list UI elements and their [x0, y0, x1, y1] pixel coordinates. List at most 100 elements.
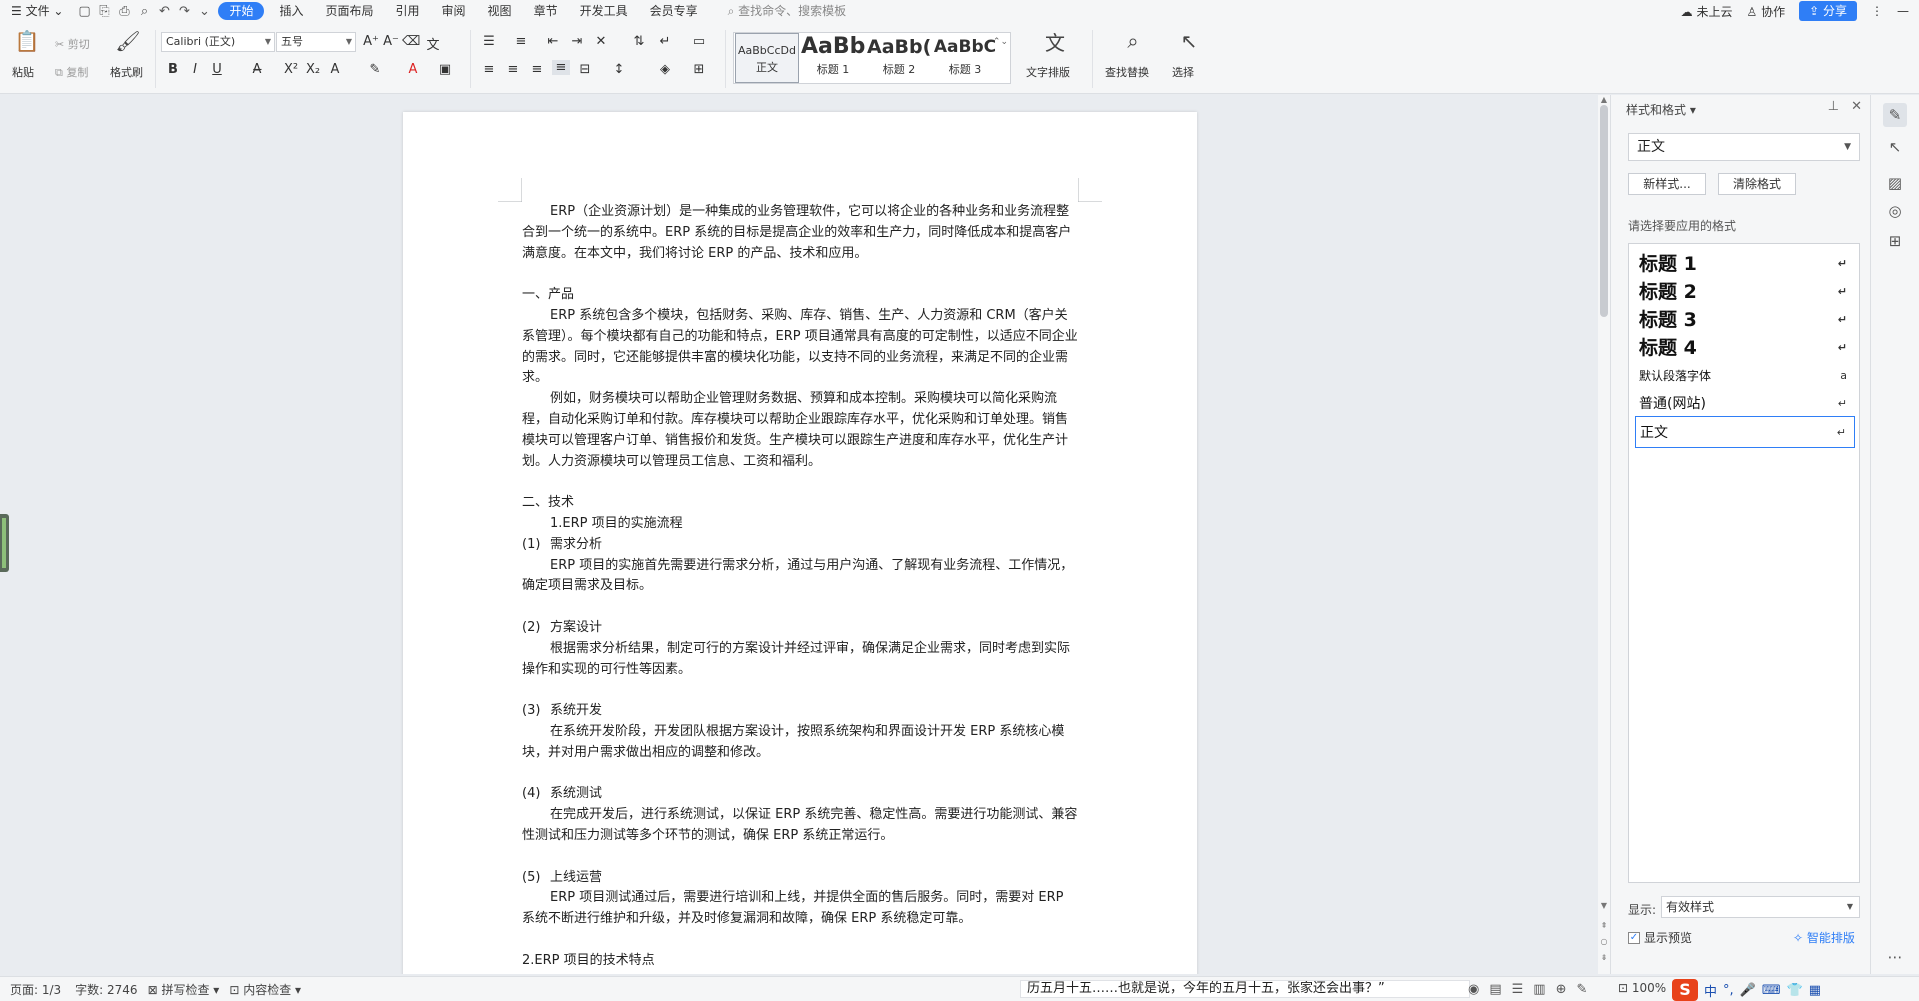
decrease-indent-icon[interactable]: ⇤: [544, 34, 562, 49]
gallery-scroll-icon[interactable]: ⌃⌄: [993, 37, 1008, 47]
tab-page-layout[interactable]: 页面布局: [315, 0, 385, 22]
more-dots-icon[interactable]: ⋯: [1883, 945, 1907, 969]
location-icon[interactable]: ◎: [1883, 199, 1907, 223]
eye-icon[interactable]: ◉: [1468, 982, 1479, 997]
image-tool-icon[interactable]: ▨: [1883, 171, 1907, 195]
content-check[interactable]: ⊡ 内容检查 ▾: [229, 981, 301, 998]
style-heading-2[interactable]: AaBb( 标题 2: [867, 33, 931, 83]
command-search[interactable]: ⌕ 查找命令、搜索模板: [717, 0, 858, 22]
number-list-icon[interactable]: ≡: [512, 34, 530, 49]
align-left-icon[interactable]: ≡: [480, 62, 498, 77]
collab-button[interactable]: ♙ 协作: [1746, 3, 1785, 20]
export-icon[interactable]: ⎘: [94, 4, 114, 19]
news-ticker[interactable]: 历五月十五……也就是说，今年的五月十五，张家还会出事？”: [1020, 980, 1470, 998]
align-center-icon[interactable]: ≡: [504, 62, 522, 77]
tab-developer[interactable]: 开发工具: [569, 0, 639, 22]
subscript-icon[interactable]: X₂: [304, 62, 322, 77]
chinese-layout-icon[interactable]: ✕: [592, 34, 610, 49]
tab-references[interactable]: 引用: [385, 0, 431, 22]
justify-icon[interactable]: ≡: [552, 60, 570, 75]
sogou-logo-icon[interactable]: S: [1672, 979, 1698, 1001]
close-icon[interactable]: ✕: [1851, 99, 1862, 114]
minimize-icon[interactable]: —: [1897, 4, 1909, 18]
tab-view[interactable]: 视图: [477, 0, 523, 22]
page-indicator[interactable]: 页面: 1/3: [10, 981, 61, 998]
tab-chapter[interactable]: 章节: [523, 0, 569, 22]
increase-indent-icon[interactable]: ⇥: [568, 34, 586, 49]
format-painter-icon[interactable]: 🖌: [115, 28, 141, 54]
style-list-item[interactable]: 正文 ↵: [1635, 416, 1855, 448]
next-page-icon[interactable]: ⇟: [1598, 953, 1610, 962]
tab-member[interactable]: 会员专享: [639, 0, 709, 22]
text-layout-icon[interactable]: 文: [1042, 28, 1068, 55]
customize-icon[interactable]: ⌄: [194, 4, 214, 19]
font-color-icon[interactable]: A: [404, 62, 422, 77]
smart-layout-link[interactable]: ✧ 智能排版: [1793, 929, 1855, 946]
select-browse-icon[interactable]: ○: [1598, 937, 1610, 946]
font-name-select[interactable]: Calibri (正文) ▼: [161, 32, 275, 52]
show-marks-icon[interactable]: ↵: [656, 34, 674, 49]
zoom-level[interactable]: ⊡ 100%: [1618, 981, 1666, 995]
borders-icon[interactable]: ⊞: [690, 62, 708, 77]
punctuation-icon[interactable]: °,: [1723, 983, 1734, 998]
tab-review[interactable]: 审阅: [431, 0, 477, 22]
tab-insert[interactable]: 插入: [268, 0, 314, 22]
align-right-icon[interactable]: ≡: [528, 62, 546, 77]
find-replace-button[interactable]: 查找替换: [1105, 64, 1149, 80]
print-icon[interactable]: ⎙: [114, 4, 134, 19]
paste-icon[interactable]: 📋: [14, 28, 40, 54]
microphone-icon[interactable]: 🎤: [1740, 983, 1756, 998]
web-view-icon[interactable]: ⊕: [1556, 982, 1567, 997]
format-painter-button[interactable]: 格式刷: [110, 64, 143, 80]
current-style-select[interactable]: 正文 ▼: [1628, 133, 1860, 161]
style-pen-icon[interactable]: ✎: [1883, 103, 1907, 127]
document-body[interactable]: ERP（企业资源计划）是一种集成的业务管理软件，它可以将企业的各种业务和业务流程…: [522, 202, 1080, 971]
underline-icon[interactable]: U: [208, 62, 226, 77]
shrink-font-icon[interactable]: A⁻: [382, 34, 400, 49]
select-cursor-icon[interactable]: ↖: [1883, 135, 1907, 159]
grow-font-icon[interactable]: A⁺: [362, 34, 380, 49]
scroll-up-icon[interactable]: ▲: [1598, 95, 1610, 104]
read-view-icon[interactable]: ▥: [1533, 982, 1545, 997]
side-handle[interactable]: [0, 514, 9, 572]
char-border-icon[interactable]: ▣: [436, 62, 454, 77]
scroll-thumb[interactable]: [1600, 105, 1608, 317]
strikethrough-icon[interactable]: A̶: [248, 62, 266, 77]
eraser-icon[interactable]: ⌫: [402, 34, 420, 49]
redo-icon[interactable]: ↷: [174, 4, 194, 19]
table-tools-icon[interactable]: ▭: [690, 34, 708, 49]
bold-icon[interactable]: B: [164, 62, 182, 77]
outline-view-icon[interactable]: ☰: [1512, 982, 1524, 997]
print-preview-icon[interactable]: ⌕: [134, 4, 154, 19]
keyboard-icon[interactable]: ⌨: [1762, 983, 1781, 998]
italic-icon[interactable]: I: [186, 62, 204, 77]
prev-page-icon[interactable]: ⇞: [1598, 921, 1610, 930]
cut-button[interactable]: ✂ 剪切: [55, 36, 90, 52]
distribute-icon[interactable]: ⊟: [576, 62, 594, 77]
line-spacing-icon[interactable]: ↕: [610, 62, 628, 77]
phonetic-icon[interactable]: 文: [424, 34, 442, 53]
save-icon[interactable]: ▢: [74, 4, 94, 19]
spell-check[interactable]: ⊠ 拼写检查 ▾: [148, 981, 220, 998]
clear-format-button[interactable]: 清除格式: [1718, 173, 1796, 195]
style-heading-3[interactable]: AaBbC 标题 3: [933, 33, 997, 83]
more-icon[interactable]: ⋮: [1871, 4, 1883, 18]
panel-title[interactable]: 样式和格式 ▾: [1626, 101, 1696, 118]
vertical-scrollbar[interactable]: ▲ ▼ ⇞ ○ ⇟: [1598, 95, 1610, 974]
share-button[interactable]: ⇪ 分享: [1799, 1, 1857, 21]
undo-icon[interactable]: ↶: [154, 4, 174, 19]
show-preview-checkbox[interactable]: ✓ 显示预览: [1628, 929, 1692, 946]
text-layout-button[interactable]: 文字排版: [1026, 64, 1070, 80]
ime-lang[interactable]: 中: [1704, 981, 1717, 1000]
superscript-icon[interactable]: X²: [282, 62, 300, 77]
scroll-down-icon[interactable]: ▼: [1598, 901, 1610, 910]
magnifier-icon[interactable]: ⌕: [1120, 28, 1146, 54]
bullet-list-icon[interactable]: ☰: [480, 34, 498, 49]
toolbox-icon[interactable]: ▦: [1809, 983, 1821, 998]
font-size-select[interactable]: 五号 ▼: [276, 32, 356, 52]
page-view-icon[interactable]: ▤: [1489, 982, 1501, 997]
cursor-icon[interactable]: ↖: [1176, 28, 1202, 54]
pin-icon[interactable]: ⊥: [1828, 99, 1839, 114]
word-count[interactable]: 字数: 2746: [75, 981, 137, 998]
style-normal[interactable]: AaBbCcDd 正文: [735, 33, 799, 83]
